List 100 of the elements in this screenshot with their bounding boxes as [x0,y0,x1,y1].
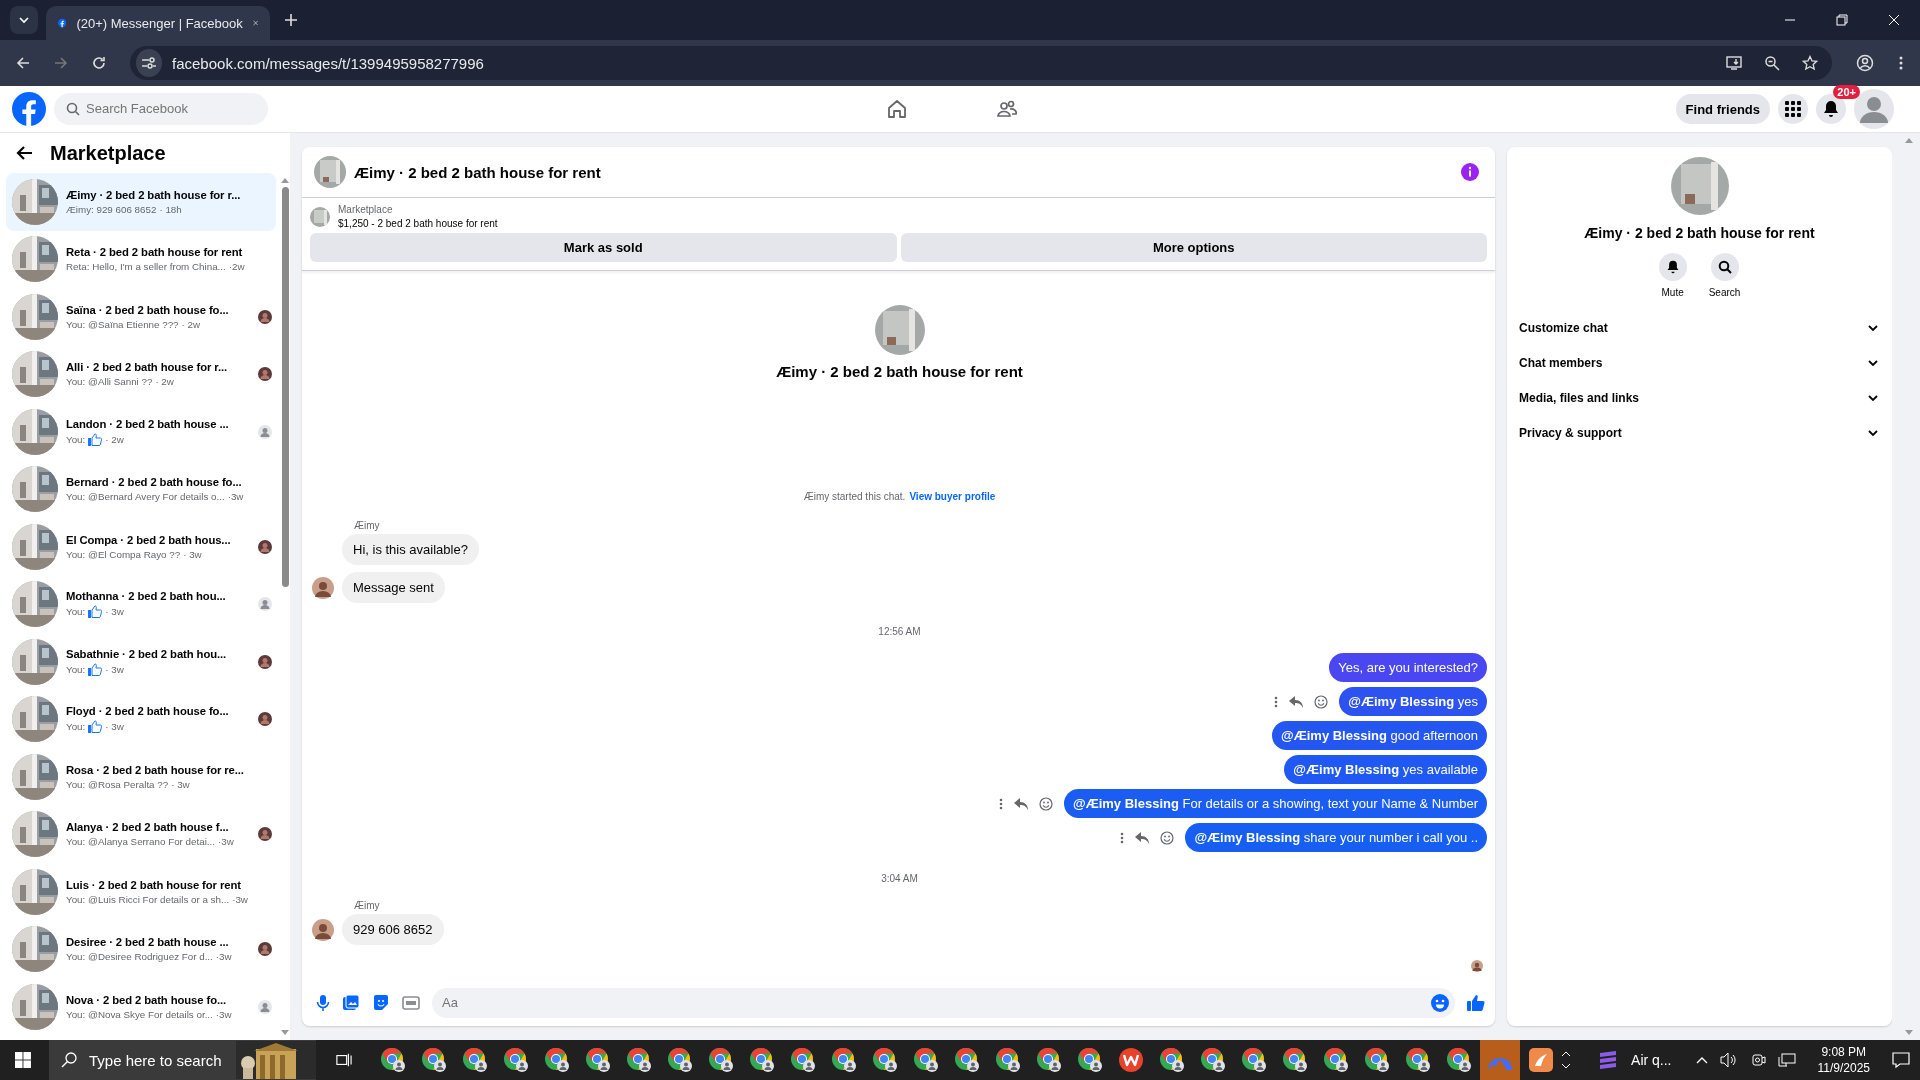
task-view-icon[interactable] [336,1052,353,1068]
browser-app-icon[interactable] [666,1047,693,1073]
browser-app-icon[interactable] [1445,1047,1472,1073]
search-field[interactable]: Search Facebook [54,93,268,125]
image-icon[interactable] [342,994,360,1012]
browser-app-icon[interactable] [379,1047,406,1073]
view-buyer-profile-link[interactable]: View buyer profile [909,491,996,502]
microphone-icon[interactable] [316,994,330,1012]
accordion-section[interactable]: Chat members [1515,345,1884,380]
star-icon[interactable] [1802,55,1818,71]
menu-button[interactable] [1778,94,1808,124]
reply-icon[interactable] [1289,695,1304,708]
browser-app-icon[interactable] [1240,1047,1267,1073]
browser-app-icon[interactable] [1363,1047,1390,1073]
conversation-item[interactable]: Luis · 2 bed 2 bath house for rent You: @Luis Ricci For details or a sh... ·3w [6,863,276,921]
conversation-item[interactable]: Desiree · 2 bed 2 bath house ... You: @Desiree Rodriguez For d... ·3w [6,920,276,978]
accordion-section[interactable]: Privacy & support [1515,415,1884,450]
scroll-up-icon[interactable] [1561,1051,1572,1057]
emoji-icon[interactable] [1314,694,1329,709]
browser-app-icon[interactable] [1404,1047,1431,1073]
info-icon[interactable] [1461,163,1479,181]
friends-icon[interactable] [996,98,1018,120]
browser-app-icon[interactable] [1158,1047,1185,1073]
conversation-item[interactable]: Æimy · 2 bed 2 bath house for r... Æimy: 929 606 8652 · 18h [6,173,276,231]
browser-tab[interactable]: (20+) Messenger | Facebook [46,6,270,40]
browser-app-icon[interactable] [502,1047,529,1073]
listing-action-button[interactable]: Mark as sold [310,233,897,262]
thumbs-up-icon[interactable] [1467,994,1485,1012]
start-icon[interactable] [15,1051,31,1069]
close-icon[interactable] [1888,14,1900,26]
office-app-icon[interactable] [1117,1047,1144,1073]
reload-icon[interactable] [92,56,106,70]
browser-app-icon[interactable] [461,1047,488,1073]
more-icon[interactable] [1274,695,1279,708]
conversation-item[interactable]: El Compa · 2 bed 2 bath hous... You: @El Compa Rayo ?? · 3w [6,518,276,576]
weather-widget[interactable]: Air q... [1631,1052,1672,1068]
clock[interactable]: 9:08 PM 11/9/2025 [1817,1045,1870,1075]
chat-action-button[interactable] [1710,253,1739,281]
notes-app-icon[interactable] [1527,1047,1554,1073]
tab-list-button[interactable] [10,6,38,34]
profile-icon[interactable] [1856,54,1874,72]
browser-app-icon[interactable] [543,1047,570,1073]
conversation-item[interactable]: Mothanna · 2 bed 2 bath hou... You: · 3w [6,575,276,633]
notification-center-icon[interactable] [1892,1051,1910,1069]
volume-icon[interactable] [1719,1052,1738,1068]
browser-app-icon[interactable] [1199,1047,1226,1073]
reply-icon[interactable] [1135,831,1150,844]
scrollbar-thumb[interactable] [281,187,289,587]
zoom-icon[interactable] [1764,55,1780,71]
network-icon[interactable] [1777,1052,1796,1068]
browser-app-icon[interactable] [871,1047,898,1073]
browser-app-icon[interactable] [1322,1047,1349,1073]
conversation-item[interactable]: Alanya · 2 bed 2 bath house f... You: @Alanya Serrano For detai... ·3w [6,805,276,863]
emoji-icon[interactable] [1160,830,1175,845]
conversation-item[interactable]: Bernard · 2 bed 2 bath house fo... You: @Bernard Avery For details o... ·3w [6,460,276,518]
notifications-button[interactable] [1816,94,1846,124]
browser-app-icon[interactable] [994,1047,1021,1073]
reply-icon[interactable] [1014,797,1028,810]
sticker-icon[interactable] [372,994,390,1012]
listing-action-button[interactable]: More options [900,233,1487,262]
conversation-item[interactable]: Reta · 2 bed 2 bath house for rent Reta: Hello, I'm a seller from China... ·2w [6,230,276,288]
mountain-app-icon[interactable] [1479,1040,1520,1080]
new-tab-icon[interactable] [284,13,298,27]
address-bar[interactable]: facebook.com/messages/t/1399495958277996 [130,46,1832,80]
facebook-logo-icon[interactable] [12,92,46,126]
browser-app-icon[interactable] [912,1047,939,1073]
emoji-icon[interactable] [1039,796,1053,811]
back-icon[interactable] [16,144,34,162]
conversation-item[interactable]: Saïna · 2 bed 2 bath house fo... You: @Saïna Etienne ??? · 2w [6,288,276,346]
accordion-section[interactable]: Media, files and links [1515,380,1884,415]
message-input[interactable]: Aa [432,988,1455,1018]
conversation-item[interactable]: Sabathnie · 2 bed 2 bath hou... You: · 3w [6,633,276,691]
conversation-item[interactable]: Nova · 2 bed 2 bath house fo... You: @Nova Skye For details or... ·3w [6,978,276,1036]
find-friends-button[interactable]: Find friends [1675,94,1770,124]
account-avatar[interactable] [1854,89,1894,129]
chat-action-button[interactable] [1658,253,1687,281]
emoji-icon[interactable] [1431,994,1449,1012]
conversation-item[interactable]: Rosa · 2 bed 2 bath house for re... You: @Rosa Peralta ?? · 3w [6,748,276,806]
site-settings-icon[interactable] [136,49,162,77]
browser-app-icon[interactable] [748,1047,775,1073]
home-icon[interactable] [886,98,908,120]
conversation-item[interactable]: Floyd · 2 bed 2 bath house fo... You: · 3w [6,690,276,748]
browser-app-icon[interactable] [953,1047,980,1073]
conversation-item[interactable]: Alli · 2 bed 2 bath house for r... You: @Alli Sanni ?? · 2w [6,345,276,403]
scroll-down-icon[interactable] [1561,1063,1572,1069]
browser-app-icon[interactable] [625,1047,652,1073]
browser-app-icon[interactable] [1281,1047,1308,1073]
taskbar-search-field[interactable]: Type here to search [48,1040,317,1080]
browser-app-icon[interactable] [1076,1047,1103,1073]
browser-app-icon[interactable] [420,1047,447,1073]
menu-icon[interactable] [1898,55,1904,71]
browser-app-icon[interactable] [1035,1047,1062,1073]
browser-app-icon[interactable] [584,1047,611,1073]
more-icon[interactable] [1120,831,1125,844]
gif-icon[interactable] [402,995,420,1011]
restore-icon[interactable] [1836,14,1848,26]
browser-app-icon[interactable] [789,1047,816,1073]
chevron-up-icon[interactable] [1695,1056,1708,1064]
camera-icon[interactable] [1749,1052,1766,1068]
conversation-item[interactable]: Landon · 2 bed 2 bath house ... You: · 2w [6,403,276,461]
